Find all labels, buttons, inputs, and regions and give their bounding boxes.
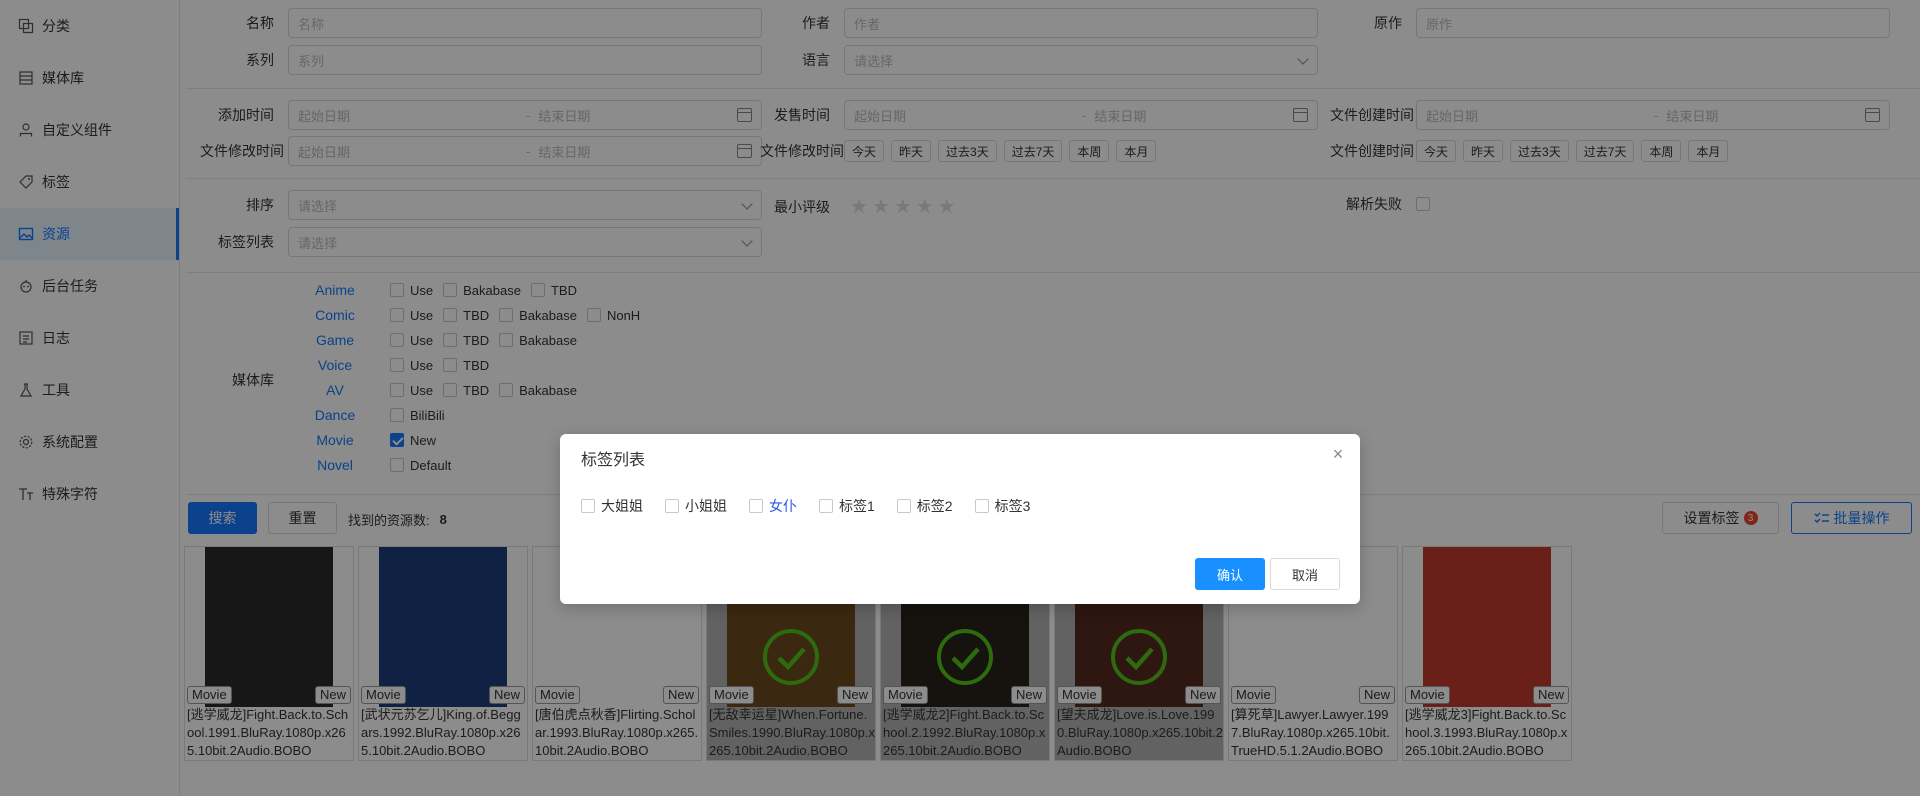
tag-option-label: 大姐姐 [601,498,643,514]
tag-option[interactable]: 女仆 [749,496,797,516]
checkbox[interactable] [896,499,911,513]
modal-tag-options: 大姐姐 小姐姐 女仆 标签1 标签2 标签3 [581,496,1052,516]
tag-option[interactable]: 标签1 [819,496,875,516]
tag-option[interactable]: 大姐姐 [581,496,643,516]
tag-option-label: 小姐姐 [685,498,727,514]
modal-overlay[interactable] [0,0,1920,796]
cancel-button[interactable]: 取消 [1270,558,1340,590]
checkbox[interactable] [749,499,763,513]
tag-option[interactable]: 小姐姐 [665,496,727,516]
tag-option[interactable]: 标签2 [896,496,953,516]
tag-option-label: 标签2 [916,498,953,514]
confirm-button[interactable]: 确认 [1195,558,1265,590]
checkbox[interactable] [581,499,595,513]
tag-option-label: 标签3 [994,498,1031,514]
modal-title: 标签列表 [581,452,646,469]
checkbox[interactable] [974,499,989,513]
checkbox[interactable] [665,499,679,513]
tag-option-label: 标签1 [839,498,875,514]
close-icon[interactable]: × [1330,445,1346,463]
checkbox[interactable] [819,499,833,513]
tag-option[interactable]: 标签3 [974,496,1031,516]
tag-option-label: 女仆 [769,498,797,514]
tag-list-modal: 标签列表 × 大姐姐 小姐姐 女仆 标签1 标签2 标签3 确认 取消 [560,434,1360,604]
